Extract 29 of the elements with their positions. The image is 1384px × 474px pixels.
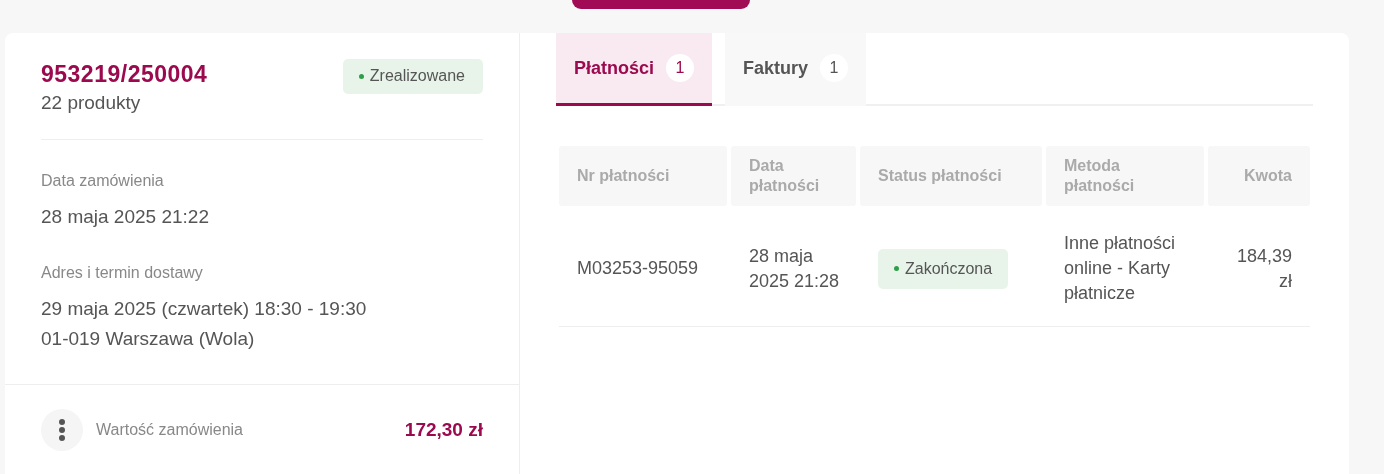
tab-count: 1 bbox=[820, 54, 849, 82]
more-options-button[interactable] bbox=[41, 409, 83, 451]
column-header: Status płatności bbox=[860, 146, 1042, 206]
order-number: 953219/250004 bbox=[41, 61, 208, 88]
column-header: Data płatności bbox=[731, 146, 856, 206]
table-cell: 184,39 zł bbox=[1208, 206, 1310, 327]
top-button[interactable] bbox=[572, 0, 750, 9]
status-dot-icon bbox=[358, 73, 364, 79]
column-header: Metoda płatności bbox=[1046, 146, 1204, 206]
field-value: 28 maja 2025 21:22 bbox=[41, 205, 210, 229]
column-header: Kwota bbox=[1208, 146, 1310, 206]
vertical-dots-icon bbox=[58, 418, 66, 442]
column-header: Nr płatności bbox=[559, 146, 727, 206]
table-cell: 28 maja 2025 21:28 bbox=[731, 206, 860, 327]
tab[interactable]: Faktury 1 bbox=[725, 33, 867, 106]
table-cell: M03253-95059 bbox=[559, 206, 731, 327]
tab[interactable]: Płatności 1 bbox=[556, 33, 713, 106]
status-badge: Zakończona bbox=[878, 248, 1009, 289]
status-badge: Zrealizowane bbox=[342, 59, 483, 94]
field-value: 29 maja 2025 (czwartek) 18:30 - 19:30 bbox=[41, 297, 368, 321]
product-count: 22 produkty bbox=[41, 92, 142, 114]
tab-count: 1 bbox=[666, 54, 695, 82]
field-label: Adres i termin dostawy bbox=[41, 264, 204, 282]
status-dot-icon bbox=[894, 265, 899, 271]
field-label: Data zamówienia bbox=[41, 172, 165, 190]
total-value: 172,30 zł bbox=[404, 419, 483, 441]
field-value: 01-019 Warszawa (Wola) bbox=[41, 327, 256, 351]
total-label: Wartość zamówienia bbox=[96, 421, 244, 439]
table-cell: Inne płatności online - Karty płatnicze bbox=[1046, 206, 1208, 327]
